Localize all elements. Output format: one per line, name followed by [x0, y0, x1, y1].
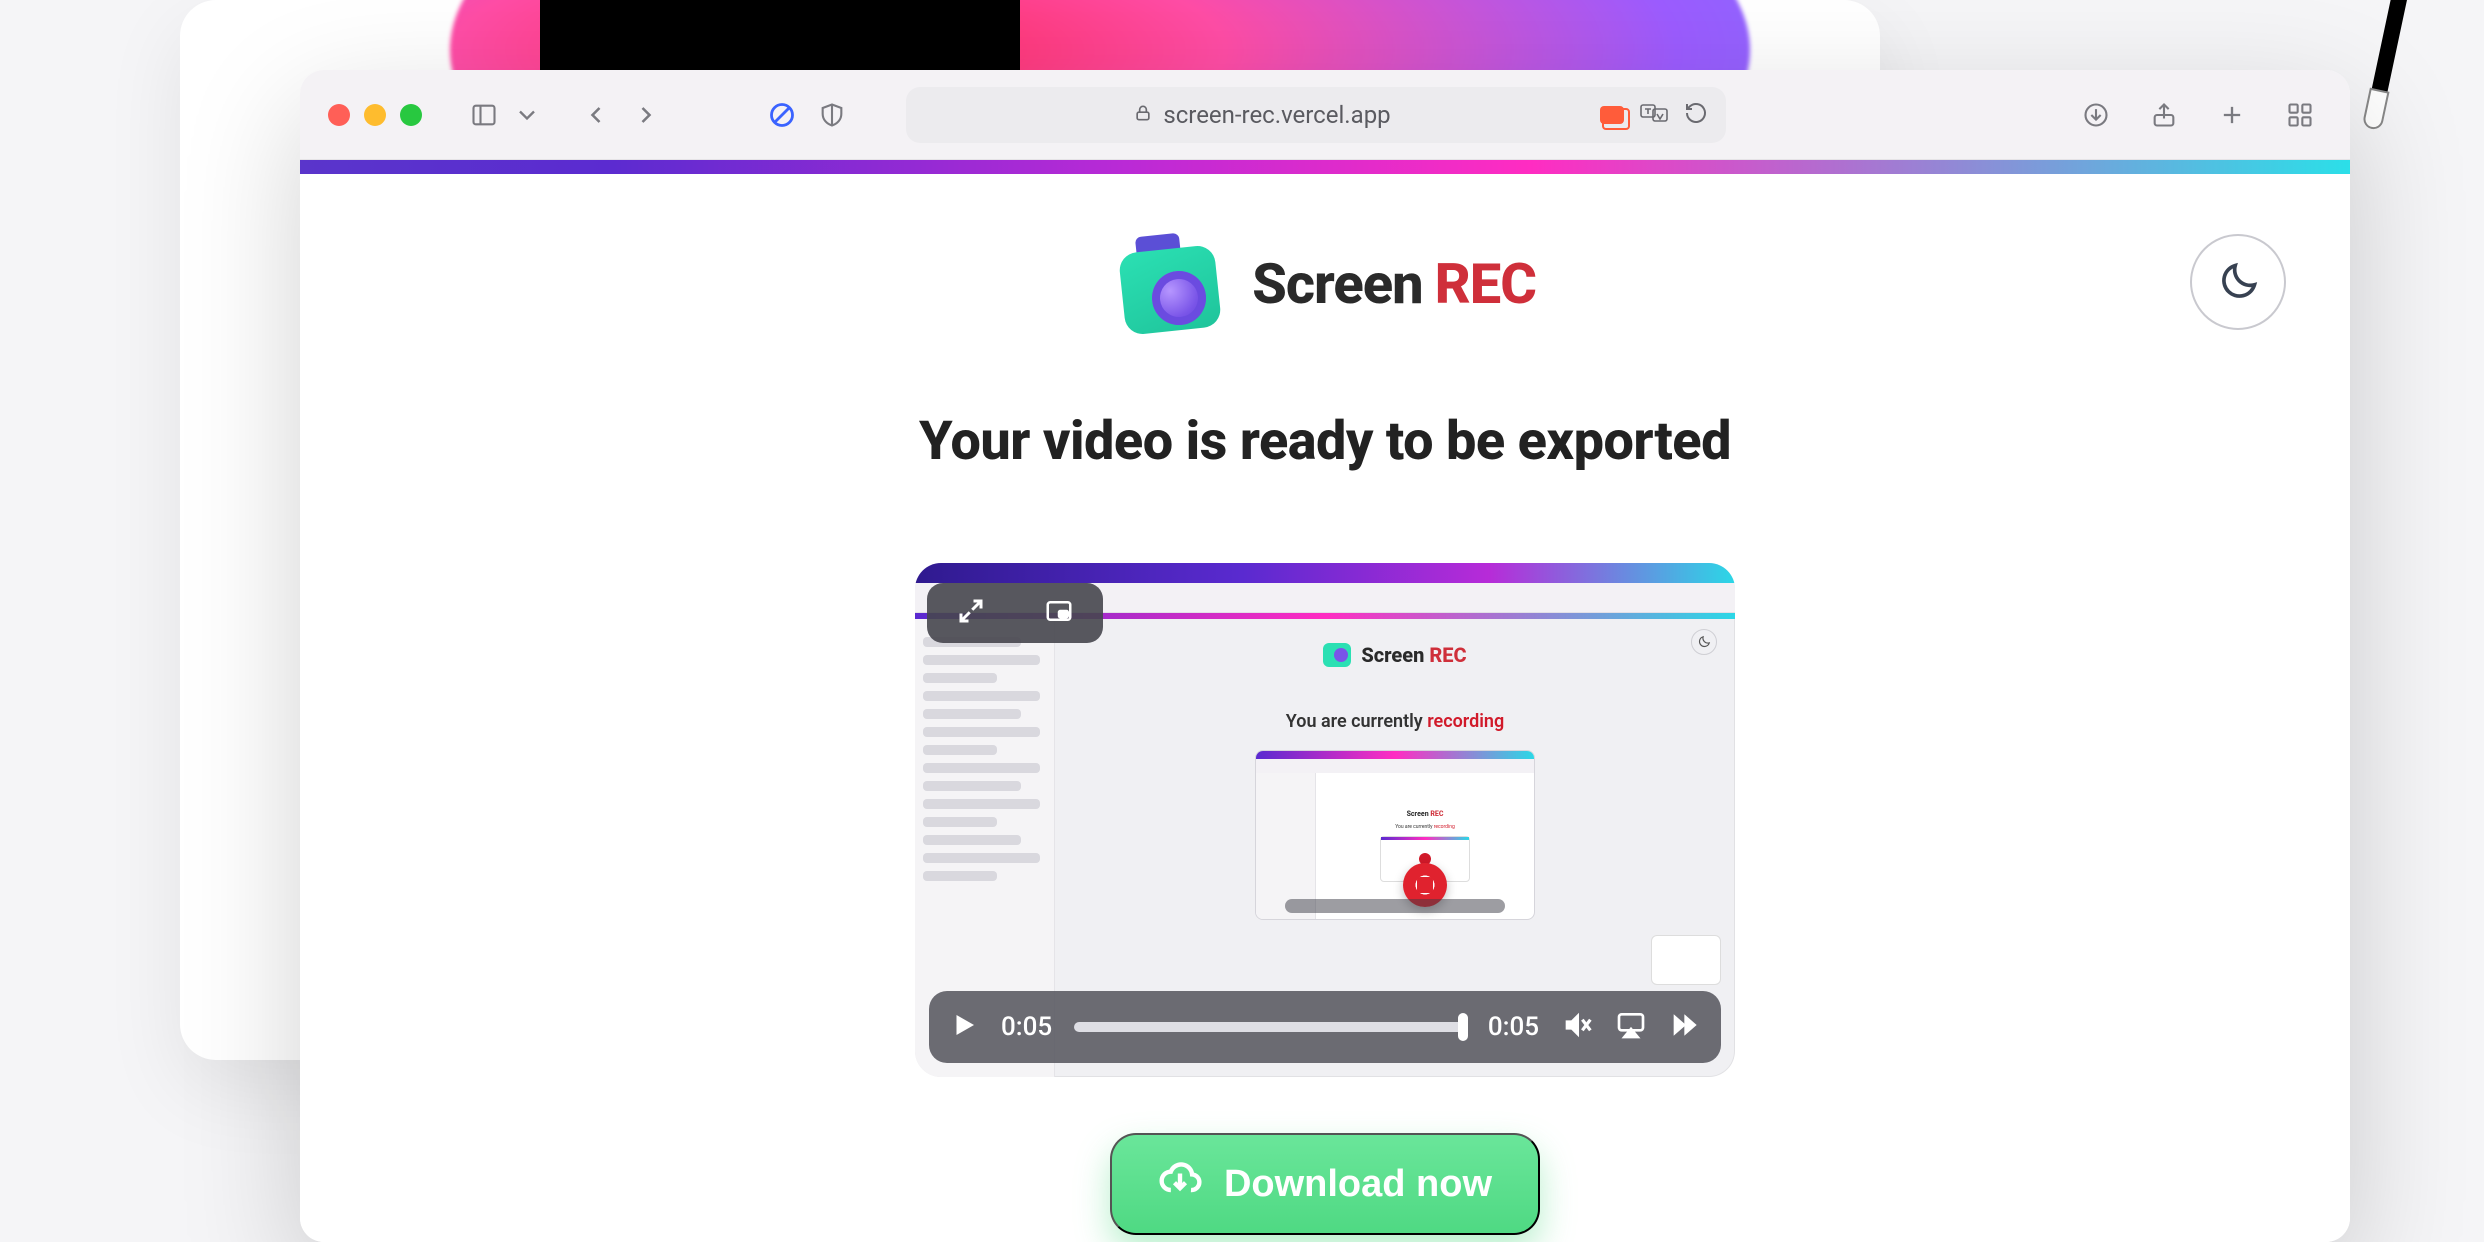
privacy-shield-icon[interactable]: [810, 93, 854, 137]
pip-icon[interactable]: [1044, 596, 1074, 630]
browser-window: screen-rec.vercel.app: [300, 70, 2350, 1242]
share-button[interactable]: [2142, 93, 2186, 137]
preview-status-text: You are currently recording: [1286, 711, 1504, 732]
video-preview[interactable]: Screen REC You are currently recording: [915, 563, 1735, 1077]
play-button[interactable]: [949, 1010, 979, 1044]
preview-inner-brand: Screen REC: [1323, 643, 1466, 667]
window-close-button[interactable]: [328, 104, 350, 126]
preview-inner-thumbnail: Screen REC You are currently recording: [1255, 750, 1535, 920]
preview-status-prefix: You are currently: [1286, 711, 1427, 732]
theme-toggle-button[interactable]: [2190, 234, 2286, 330]
current-time: 0:05: [1001, 1012, 1052, 1042]
video-player-controls: 0:05 0:05: [929, 991, 1721, 1063]
cloud-download-icon: [1158, 1157, 1202, 1211]
mute-button[interactable]: [1561, 1009, 1593, 1045]
accent-gradient-bar: [300, 160, 2350, 174]
window-minimize-button[interactable]: [364, 104, 386, 126]
pip-indicator-icon[interactable]: [1600, 106, 1624, 124]
address-bar[interactable]: screen-rec.vercel.app: [906, 87, 1726, 143]
preview-menubar: [915, 563, 1735, 583]
seek-knob[interactable]: [1458, 1013, 1468, 1041]
stylus-decoration: [2344, 0, 2425, 162]
preview-brand-rec: REC: [1429, 643, 1466, 667]
window-maximize-button[interactable]: [400, 104, 422, 126]
app-brand: ScreenREC: [1114, 229, 1536, 339]
page-content: ScreenREC Your video is ready to be expo…: [300, 174, 2350, 1242]
duration-time: 0:05: [1488, 1012, 1539, 1042]
refresh-icon[interactable]: [1684, 101, 1708, 129]
moon-icon: [2216, 260, 2260, 304]
skip-forward-button[interactable]: [1669, 1009, 1701, 1045]
brand-word-screen: Screen: [1252, 251, 1423, 317]
pip-overlay: [927, 583, 1103, 643]
seek-track[interactable]: [1074, 1022, 1466, 1032]
brand-text: ScreenREC: [1252, 251, 1536, 317]
browser-titlebar: screen-rec.vercel.app: [300, 70, 2350, 160]
airplay-button[interactable]: [1615, 1009, 1647, 1045]
preview-dock: [1285, 899, 1505, 913]
download-label: Download now: [1224, 1163, 1492, 1206]
preview-float-thumb: [1651, 935, 1721, 985]
brand-word-rec: REC: [1435, 251, 1536, 317]
traffic-lights: [328, 104, 422, 126]
lock-icon: [1133, 101, 1153, 129]
download-button[interactable]: Download now: [1110, 1133, 1540, 1235]
sidebar-toggle-button[interactable]: [462, 93, 506, 137]
downloads-button[interactable]: [2074, 93, 2118, 137]
sidebar-menu-chevron[interactable]: [512, 93, 542, 137]
preview-theme-icon: [1691, 629, 1717, 655]
translate-icon[interactable]: [1640, 102, 1668, 128]
preview-brand-screen: Screen: [1361, 643, 1424, 667]
page-headline: Your video is ready to be exported: [300, 410, 2350, 473]
content-blocker-icon[interactable]: [760, 93, 804, 137]
nav-back-button[interactable]: [574, 93, 618, 137]
new-tab-button[interactable]: [2210, 93, 2254, 137]
tab-overview-button[interactable]: [2278, 93, 2322, 137]
expand-icon[interactable]: [956, 596, 986, 630]
preview-status-word: recording: [1427, 711, 1504, 732]
camera-logo-icon: [1114, 229, 1224, 339]
app-header: ScreenREC: [300, 214, 2350, 354]
url-text: screen-rec.vercel.app: [1163, 101, 1390, 129]
preview-camera-icon: [1323, 643, 1351, 667]
nav-forward-button[interactable]: [624, 93, 668, 137]
